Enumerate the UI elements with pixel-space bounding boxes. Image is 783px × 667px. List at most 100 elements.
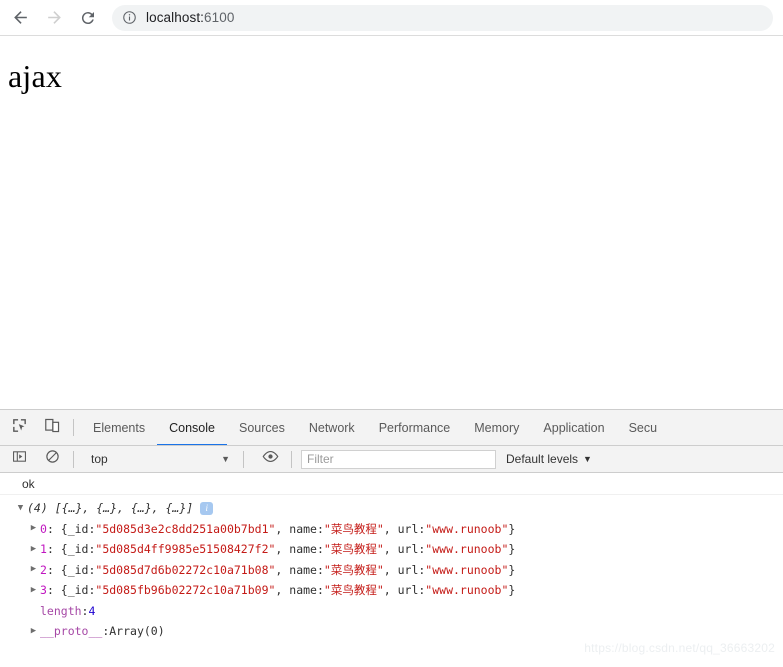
object-close: }	[508, 583, 516, 598]
clear-console-icon	[45, 449, 60, 469]
tab-application[interactable]: Application	[531, 410, 616, 445]
tab-console[interactable]: Console	[157, 410, 227, 445]
name-value: "菜鸟教程"	[323, 583, 384, 598]
devtools-tabbar: Elements Console Sources Network Perform…	[0, 410, 783, 446]
forward-arrow-icon	[45, 8, 64, 27]
inspect-element-icon	[11, 417, 28, 439]
execution-context-select[interactable]: top ▼	[81, 446, 236, 472]
url-key: , url:	[383, 562, 426, 577]
console-toolbar-divider-1	[73, 450, 74, 468]
url-key: , url:	[383, 521, 426, 536]
object-close: }	[508, 521, 516, 536]
length-value: 4	[88, 603, 96, 618]
info-badge-icon[interactable]: i	[200, 501, 214, 515]
chevron-down-icon: ▼	[221, 454, 230, 464]
triangle-right-icon[interactable]: ▶	[27, 524, 40, 533]
table-row[interactable]: ▶ 1 : {_id: "5d085d4ff9985e51508427f2" ,…	[0, 539, 783, 560]
console-toolbar: top ▼ Filter Default levels ▼	[0, 446, 783, 473]
tab-performance[interactable]: Performance	[367, 410, 463, 445]
url-value: "www.runoob"	[425, 583, 509, 598]
reload-icon	[79, 9, 97, 27]
triangle-right-icon[interactable]: ▶	[27, 626, 40, 636]
name-key: , name:	[275, 542, 324, 557]
tab-security[interactable]: Secu	[617, 410, 670, 445]
array-length-row: length : 4	[0, 601, 783, 622]
url-key: , url:	[383, 542, 426, 557]
log-levels-label: Default levels	[506, 452, 579, 466]
tab-network[interactable]: Network	[297, 410, 367, 445]
array-index: 1	[40, 542, 47, 557]
proto-key: __proto__	[40, 624, 103, 639]
object-close: }	[508, 562, 516, 577]
triangle-right-icon[interactable]: ▶	[27, 544, 40, 554]
triangle-right-icon[interactable]: ▶	[27, 585, 40, 595]
page-viewport: ajax	[0, 37, 783, 409]
address-bar[interactable]: localhost:6100	[112, 4, 773, 31]
name-value: "菜鸟教程"	[323, 521, 384, 536]
back-arrow-icon	[11, 8, 30, 27]
object-open: : {_id:	[46, 542, 96, 557]
url-key: , url:	[383, 583, 426, 598]
info-circle-icon[interactable]	[122, 10, 137, 25]
name-value: "菜鸟教程"	[323, 562, 384, 577]
inspect-element-button[interactable]	[5, 414, 33, 442]
tab-sources[interactable]: Sources	[227, 410, 297, 445]
browser-toolbar: localhost:6100	[0, 0, 783, 36]
device-toolbar-button[interactable]	[38, 414, 66, 442]
object-open: : {_id:	[46, 583, 96, 598]
url-port: 6100	[204, 10, 235, 25]
url-value: "www.runoob"	[425, 562, 509, 577]
device-toolbar-icon	[44, 417, 61, 439]
live-expression-button[interactable]	[256, 446, 284, 472]
object-open: : {_id:	[46, 521, 96, 536]
id-value: "5d085fb96b02272c10a71b09"	[95, 583, 276, 598]
console-toolbar-divider-2	[243, 450, 244, 468]
watermark: https://blog.csdn.net/qq_36663202	[584, 641, 775, 655]
toolbar-divider	[73, 419, 74, 436]
triangle-down-icon[interactable]: ▼	[14, 503, 27, 513]
array-preview: [{…}, {…}, {…}, {…}]	[54, 501, 194, 516]
array-count: (4)	[27, 501, 48, 516]
console-message-log: ok	[0, 473, 783, 495]
console-message-object: ▼ (4) [{…}, {…}, {…}, {…}] i ▶ 0 : {_id:…	[0, 495, 783, 642]
back-button[interactable]	[6, 4, 34, 32]
url-value: "www.runoob"	[425, 542, 509, 557]
console-output[interactable]: ok ▼ (4) [{…}, {…}, {…}, {…}] i ▶ 0 : {_…	[0, 473, 783, 667]
tab-elements[interactable]: Elements	[81, 410, 157, 445]
name-key: , name:	[275, 583, 324, 598]
table-row[interactable]: ▶ 0 : {_id: "5d085d3e2c8dd251a00b7bd1" ,…	[0, 519, 783, 540]
array-root-row[interactable]: ▼ (4) [{…}, {…}, {…}, {…}] i	[0, 498, 783, 519]
clear-console-button[interactable]	[38, 446, 66, 472]
url-value: "www.runoob"	[425, 521, 509, 536]
forward-button[interactable]	[40, 4, 68, 32]
object-close: }	[508, 542, 516, 557]
console-sidebar-button[interactable]	[5, 446, 33, 472]
live-expression-eye-icon	[262, 450, 279, 468]
id-value: "5d085d4ff9985e51508427f2"	[95, 542, 276, 557]
reload-button[interactable]	[74, 4, 102, 32]
id-value: "5d085d3e2c8dd251a00b7bd1"	[95, 521, 276, 536]
url-text: localhost:6100	[146, 10, 234, 25]
devtools-panel: Elements Console Sources Network Perform…	[0, 409, 783, 667]
triangle-right-icon[interactable]: ▶	[27, 565, 40, 574]
proto-row[interactable]: ▶ __proto__ : Array(0)	[0, 621, 783, 642]
chevron-down-icon: ▼	[583, 454, 592, 464]
console-toolbar-divider-3	[291, 450, 292, 468]
url-host: localhost:	[146, 10, 205, 25]
table-row[interactable]: ▶ 3 : {_id: "5d085fb96b02272c10a71b09" ,…	[0, 580, 783, 601]
length-key: length	[40, 603, 82, 618]
name-key: , name:	[275, 521, 324, 536]
filter-input[interactable]: Filter	[301, 449, 496, 469]
log-levels-dropdown[interactable]: Default levels ▼	[506, 452, 592, 466]
name-value: "菜鸟教程"	[323, 542, 384, 557]
page-title: ajax	[8, 58, 63, 94]
object-open: : {_id:	[46, 562, 96, 577]
tab-memory[interactable]: Memory	[462, 410, 531, 445]
table-row[interactable]: ▶ 2 : {_id: "5d085d7d6b02272c10a71b08" ,…	[0, 560, 783, 581]
proto-value: Array(0)	[109, 624, 165, 639]
array-index: 0	[40, 521, 47, 536]
execution-context-value: top	[91, 452, 108, 466]
array-index: 2	[40, 562, 47, 577]
name-key: , name:	[275, 562, 324, 577]
length-separator: :	[81, 603, 89, 618]
